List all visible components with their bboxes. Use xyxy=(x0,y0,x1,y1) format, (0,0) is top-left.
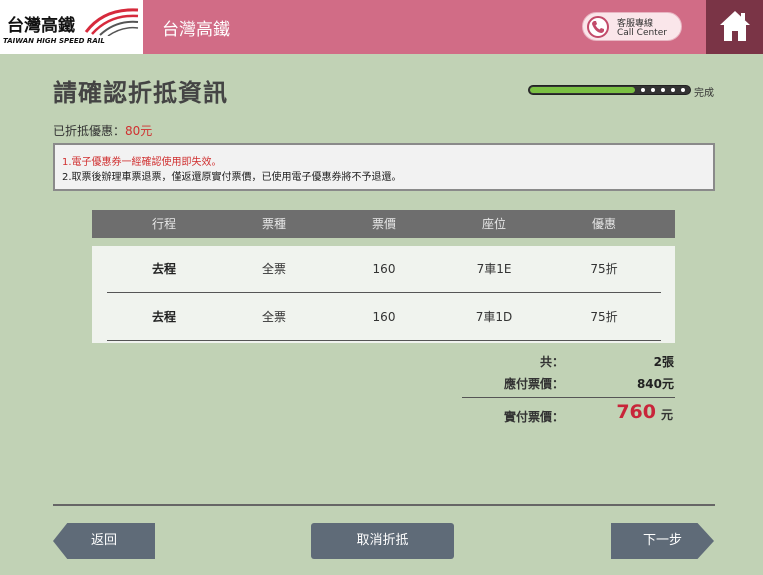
progress-label: 完成 xyxy=(694,88,714,99)
cell-discount: 75折 xyxy=(590,262,618,276)
progress-dot xyxy=(661,88,665,92)
table-header: 行程 票種 票價 座位 優惠 xyxy=(92,210,675,238)
paid-label: 實付票價： xyxy=(503,410,564,424)
progress-dot xyxy=(681,88,685,92)
cell-discount: 75折 xyxy=(590,310,618,324)
progress-dot xyxy=(671,88,675,92)
progress-bar xyxy=(528,85,691,95)
cell-seat: 7車1D xyxy=(475,310,513,324)
row-divider xyxy=(107,340,661,341)
discount-line: 已折抵優惠：80元 xyxy=(53,122,152,139)
table-body: 去程 全票 160 7車1E 75折 去程 全票 160 7車1D 75折 xyxy=(92,246,675,343)
table-header-price: 票價 xyxy=(371,217,396,231)
due-value: 840元 xyxy=(636,377,674,391)
count-label: 共： xyxy=(539,355,564,369)
cell-type: 全票 xyxy=(261,262,286,276)
cell-trip: 去程 xyxy=(151,310,176,324)
logo-text: 台灣高鐵 xyxy=(7,16,75,36)
progress-fill xyxy=(530,87,635,93)
page-title: 請確認折抵資訊 xyxy=(53,79,228,107)
logo-subtext: TAIWAN HIGH SPEED RAIL xyxy=(3,37,105,45)
home-icon xyxy=(720,11,750,41)
paid-unit: 元 xyxy=(661,408,674,422)
table-row: 去程 全票 160 7車1D 75折 xyxy=(92,294,675,340)
logo-swoosh-icon xyxy=(84,8,139,36)
cell-seat: 7車1E xyxy=(476,262,512,276)
table-row: 去程 全票 160 7車1E 75折 xyxy=(92,246,675,292)
discount-label: 已折抵優惠： xyxy=(53,124,126,138)
cell-type: 全票 xyxy=(261,310,286,324)
phone-icon xyxy=(587,16,609,38)
table-header-discount: 優惠 xyxy=(591,217,616,231)
call-center-button[interactable]: 客服專線 Call Center xyxy=(582,12,682,41)
notice-line-1: 1.電子優惠券一經確認使用即失效。 xyxy=(62,157,222,168)
cancel-discount-button[interactable]: 取消折抵 xyxy=(311,523,454,559)
footer-divider xyxy=(53,504,715,506)
call-center-label-en: Call Center xyxy=(617,28,667,38)
progress-dot xyxy=(641,88,645,92)
count-value: 2張 xyxy=(653,355,674,369)
table-header-seat: 座位 xyxy=(481,217,506,231)
table-header-type: 票種 xyxy=(261,217,286,231)
due-label: 應付票價： xyxy=(503,377,564,391)
summary-divider xyxy=(462,397,675,398)
discount-value: 80元 xyxy=(125,124,153,138)
notice-line-2: 2.取票後辦理車票退票，僅返還原實付票價，已使用電子優惠券將不予退還。 xyxy=(62,172,402,183)
notice-box: 1.電子優惠券一經確認使用即失效。 2.取票後辦理車票退票，僅返還原實付票價，已… xyxy=(53,143,715,191)
paid-value: 760 xyxy=(616,401,656,423)
logo: 台灣高鐵 TAIWAN HIGH SPEED RAIL xyxy=(0,0,143,54)
cell-trip: 去程 xyxy=(151,262,176,276)
cell-price: 160 xyxy=(372,310,396,324)
row-divider xyxy=(107,292,661,293)
back-button[interactable]: 返回 xyxy=(53,523,155,559)
cell-price: 160 xyxy=(372,262,396,276)
next-button[interactable]: 下一步 xyxy=(611,523,714,559)
header: 台灣高鐵 TAIWAN HIGH SPEED RAIL 台灣高鐵 客服專線 Ca… xyxy=(0,0,763,54)
table-header-trip: 行程 xyxy=(151,217,176,231)
progress-dot xyxy=(651,88,655,92)
home-button[interactable] xyxy=(706,0,763,54)
header-title: 台灣高鐵 xyxy=(162,20,230,40)
